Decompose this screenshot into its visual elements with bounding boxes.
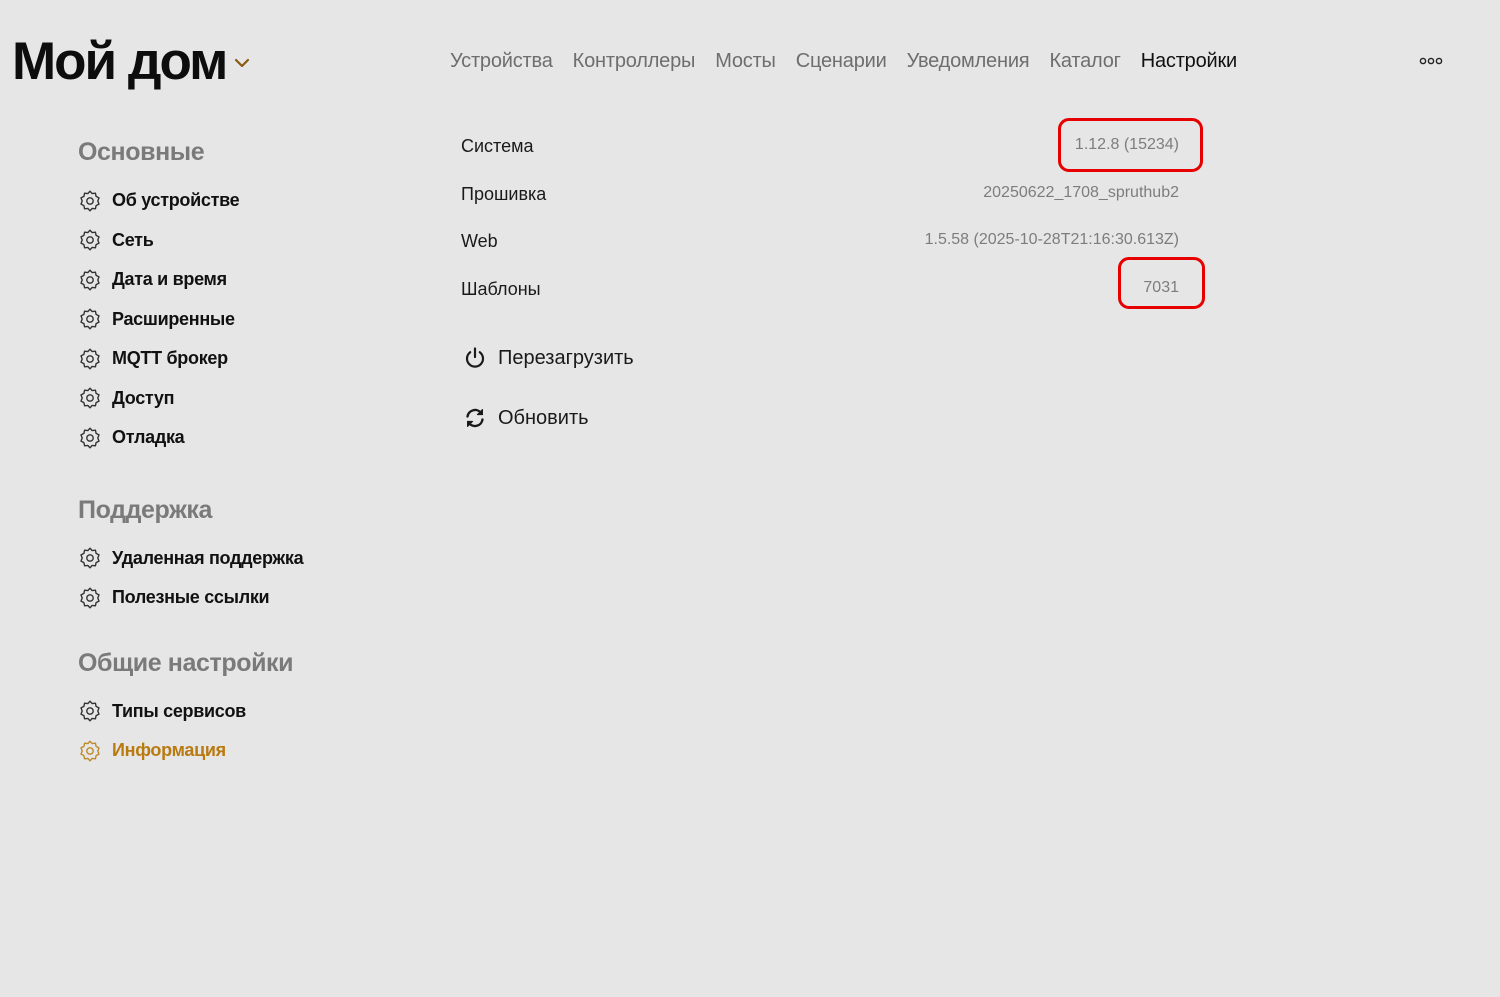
sidebar-item-label: MQTT брокер (112, 348, 228, 369)
info-row-system: Система 1.12.8 (15234) (461, 118, 1203, 172)
sidebar-item-information[interactable]: Информация (78, 731, 398, 771)
sidebar-section-title: Основные (78, 138, 205, 166)
nav-item-controllers[interactable]: Контроллеры (573, 50, 696, 73)
info-row-templates: Шаблоны 7031 (461, 256, 1205, 315)
sidebar-item-label: Расширенные (112, 308, 235, 329)
sidebar-item-service-types[interactable]: Типы сервисов (78, 692, 398, 732)
sidebar-item-advanced[interactable]: Расширенные (78, 300, 398, 340)
sidebar-section-general: Общие настройки Типы сервисов Информация (78, 643, 398, 771)
nav-item-notifications[interactable]: Уведомления (907, 50, 1030, 73)
sidebar-section-title: Поддержка (78, 495, 213, 524)
sidebar-item-label: Доступ (112, 387, 175, 408)
sidebar-item-network[interactable]: Сеть (78, 221, 398, 261)
sidebar-item-access[interactable]: Доступ (78, 379, 398, 419)
refresh-icon (466, 408, 484, 428)
firmware-version-value: 20250622_1708_spruthub2 (983, 183, 1179, 201)
highlight-annotation (1118, 256, 1205, 309)
top-nav: Устройства Контроллеры Мосты Сценарии Ув… (450, 46, 1257, 76)
info-row-firmware: Прошивка 20250622_1708_spruthub2 (461, 172, 1201, 220)
info-label: Web (461, 231, 498, 251)
update-label: Обновить (498, 406, 589, 429)
gear-icon (80, 229, 100, 251)
gear-icon (80, 348, 100, 370)
sidebar-item-useful-links[interactable]: Полезные ссылки (78, 578, 398, 618)
home-selector[interactable]: Мой дом (12, 28, 251, 94)
sidebar-section-support: Поддержка Удаленная поддержка Полезные с… (78, 490, 398, 618)
nav-item-bridges[interactable]: Мосты (715, 50, 776, 73)
sidebar-item-remote-support[interactable]: Удаленная поддержка (78, 539, 398, 579)
gear-icon (80, 427, 100, 449)
restart-label: Перезагрузить (498, 346, 634, 369)
app-title: Мой дом (12, 31, 228, 91)
sidebar-item-label: Дата и время (112, 269, 227, 290)
power-icon (465, 347, 485, 368)
settings-sidebar: Основные Об устройстве Сеть Дата и время… (78, 132, 398, 771)
info-row-web: Web 1.5.58 (2025-10-28T21:16:30.613Z) (461, 219, 1201, 267)
sidebar-section-main: Основные Об устройстве Сеть Дата и время… (78, 132, 398, 458)
more-dots-icon[interactable] (1418, 54, 1444, 68)
gear-icon (80, 587, 100, 609)
update-button[interactable]: Обновить (463, 398, 634, 438)
sidebar-item-label: Информация (112, 740, 226, 761)
gear-icon (80, 700, 100, 722)
sidebar-item-label: Сеть (112, 229, 154, 250)
sidebar-item-date-time[interactable]: Дата и время (78, 260, 398, 300)
chevron-down-icon (235, 58, 250, 68)
sidebar-item-label: Типы сервисов (112, 700, 246, 721)
info-panel: Система 1.12.8 (15234) Прошивка 20250622… (461, 118, 1205, 315)
gear-icon (80, 740, 100, 762)
nav-item-devices[interactable]: Устройства (450, 50, 553, 73)
gear-icon (80, 387, 100, 409)
sidebar-section-title: Общие настройки (78, 648, 294, 677)
gear-icon (80, 190, 100, 212)
gear-icon (80, 269, 100, 291)
info-label: Система (461, 136, 534, 156)
sidebar-item-debug[interactable]: Отладка (78, 418, 398, 458)
gear-icon (80, 547, 100, 569)
info-actions: Перезагрузить Обновить (463, 338, 634, 458)
sidebar-item-mqtt-broker[interactable]: MQTT брокер (78, 339, 398, 379)
sidebar-item-label: Полезные ссылки (112, 587, 270, 608)
nav-item-settings[interactable]: Настройки (1141, 50, 1237, 73)
highlight-annotation (1058, 118, 1203, 172)
info-label: Прошивка (461, 183, 547, 204)
gear-icon (80, 308, 100, 330)
nav-item-catalog[interactable]: Каталог (1049, 50, 1121, 73)
restart-button[interactable]: Перезагрузить (463, 338, 634, 378)
sidebar-item-label: Отладка (112, 427, 185, 448)
nav-item-scenarios[interactable]: Сценарии (796, 50, 887, 73)
sidebar-item-label: Удаленная поддержка (112, 547, 304, 568)
web-version-value: 1.5.58 (2025-10-28T21:16:30.613Z) (924, 231, 1179, 248)
sidebar-item-label: Об устройстве (112, 190, 240, 211)
info-label: Шаблоны (461, 278, 541, 299)
sidebar-item-about-device[interactable]: Об устройстве (78, 181, 398, 221)
